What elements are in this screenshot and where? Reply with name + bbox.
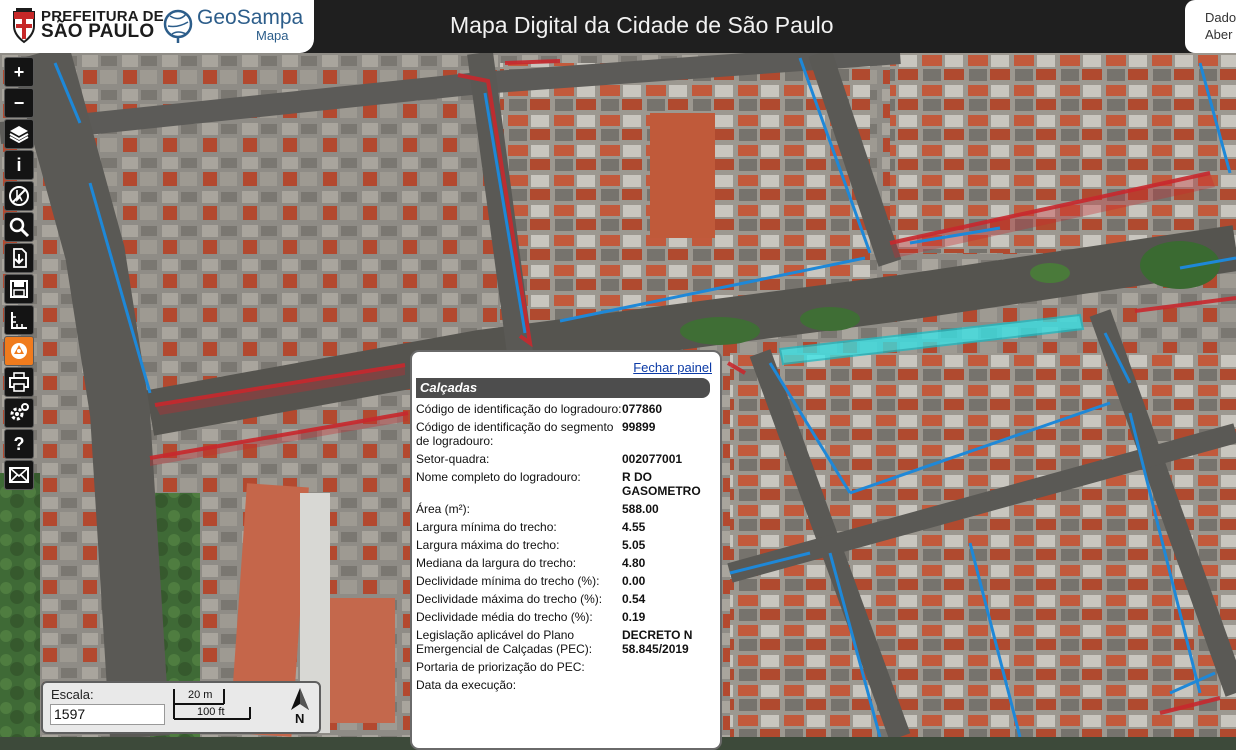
minus-icon: −: [13, 92, 25, 113]
attribute-row: Declividade mínima do trecho (%): 0.00: [416, 574, 716, 588]
geosampa-title: GeoSampa: [197, 6, 304, 29]
save-button[interactable]: [4, 274, 34, 304]
attribute-value: 0.00: [622, 574, 646, 588]
north-label: N: [295, 711, 305, 726]
help-icon: ?: [13, 433, 25, 454]
prefeitura-wordmark: PREFEITURA DE SÃO PAULO: [41, 9, 164, 42]
panel-layer-title: Calçadas: [416, 378, 710, 398]
contact-button[interactable]: [4, 460, 34, 490]
measure-button[interactable]: [4, 305, 34, 335]
attribute-label: Data da execução:: [416, 678, 517, 692]
geosampa-subtitle: Mapa: [256, 28, 289, 43]
gear-icon: [10, 403, 29, 421]
attribute-row: Mediana da largura do trecho: 4.80: [416, 556, 716, 570]
prefeitura-emblem-icon: [13, 8, 35, 44]
prefeitura-line2: SÃO PAULO: [41, 21, 155, 42]
attribute-value: 077860: [622, 402, 663, 416]
search-button[interactable]: [4, 212, 34, 242]
no-pointer-icon: [9, 186, 29, 206]
attribute-label: Declividade mínima do trecho (%):: [416, 574, 600, 588]
help-button[interactable]: ?: [4, 429, 34, 459]
attribute-label: Portaria de priorização do PEC:: [416, 660, 585, 674]
attribute-value: 002077001: [622, 452, 683, 466]
north-arrow-icon: N: [287, 686, 313, 731]
attribute-row: Largura mínima do trecho: 4.55: [416, 520, 716, 534]
scale-metric-label: 20 m: [188, 689, 213, 701]
scale-label: Escala:: [51, 687, 94, 702]
zoom-in-button[interactable]: +: [4, 57, 34, 87]
attribute-value: 588.00: [622, 502, 659, 516]
attribute-row: Código de identificação do segmento de l…: [416, 420, 716, 448]
logo-area[interactable]: PREFEITURA DE SÃO PAULO GeoSampa Mapa: [0, 0, 314, 53]
scale-widget: Escala: 1597 20 m 100 ft N: [41, 681, 321, 734]
attribute-label: Legislação aplicável do Plano Emergencia…: [416, 628, 593, 656]
attribute-value: DECRETO N 58.845/2019: [622, 628, 693, 656]
info-button[interactable]: i: [4, 150, 34, 180]
ruler-icon: [11, 312, 27, 329]
attribute-row: Data da execução:: [416, 678, 716, 692]
attribute-value: 5.05: [622, 538, 646, 552]
attribute-value: 0.19: [622, 610, 646, 624]
identify-icon: [11, 343, 27, 359]
info-icon: i: [16, 154, 22, 175]
identify-button[interactable]: [4, 336, 34, 366]
no-identify-button[interactable]: [4, 181, 34, 211]
print-button[interactable]: [4, 367, 34, 397]
attribute-row: Declividade média do trecho (%): 0.19: [416, 610, 716, 624]
open-data-line1: Dado: [1205, 10, 1236, 25]
attribute-label: Declividade máxima do trecho (%):: [416, 592, 603, 606]
download-icon: [13, 248, 27, 268]
save-icon: [10, 280, 28, 298]
plus-icon: +: [13, 61, 25, 82]
attribute-label: Declividade média do trecho (%):: [416, 610, 593, 624]
attribute-value: R DO GASOMETRO: [622, 470, 701, 498]
attribute-label: Setor-quadra:: [416, 452, 490, 466]
search-icon: [9, 217, 30, 238]
scale-imperial-label: 100 ft: [197, 706, 225, 718]
attribute-label: Largura máxima do trecho:: [416, 538, 560, 552]
attribute-list: Código de identificação do logradouro: 07…: [416, 402, 716, 696]
attribute-value: 4.55: [622, 520, 646, 534]
attribute-row: Declividade máxima do trecho (%): 0.54: [416, 592, 716, 606]
layers-icon: [9, 126, 29, 144]
attribute-value: [622, 660, 714, 674]
attribute-row: Largura máxima do trecho: 5.05: [416, 538, 716, 552]
attribute-value: [622, 678, 714, 692]
geosampa-globe-icon: [163, 9, 193, 43]
attribute-label: Mediana da largura do trecho:: [416, 556, 577, 570]
attribute-value: 0.54: [622, 592, 646, 606]
attribute-value: 99899: [622, 420, 656, 434]
open-data-line2: Aber: [1205, 27, 1233, 42]
open-data-link[interactable]: Dado Aber: [1185, 0, 1236, 53]
zoom-out-button[interactable]: −: [4, 88, 34, 118]
layers-button[interactable]: [4, 119, 34, 149]
attribute-label: Código de identificação do segmento de l…: [416, 420, 614, 448]
attribute-value: 4.80: [622, 556, 646, 570]
attribute-label: Largura mínima do trecho:: [416, 520, 557, 534]
scale-input[interactable]: 1597: [50, 704, 165, 725]
attribute-row: Área (m²): 588.00: [416, 502, 716, 516]
attribute-row: Legislação aplicável do Plano Emergencia…: [416, 628, 716, 656]
map-toolbar: + − i ?: [4, 57, 34, 491]
attribute-row: Nome completo do logradouro: R DO GASOMET…: [416, 470, 716, 498]
attribute-label: Nome completo do logradouro:: [416, 470, 581, 484]
feature-info-panel: Fechar painel Calçadas Código de identif…: [410, 350, 722, 750]
page-title: Mapa Digital da Cidade de São Paulo: [450, 12, 834, 38]
attribute-label: Código de identificação do logradouro:: [416, 402, 622, 416]
settings-button[interactable]: [4, 398, 34, 428]
attribute-row: Código de identificação do logradouro: 07…: [416, 402, 716, 416]
download-button[interactable]: [4, 243, 34, 273]
mail-icon: [9, 467, 29, 483]
attribute-row: Portaria de priorização do PEC:: [416, 660, 716, 674]
app-header: PREFEITURA DE SÃO PAULO GeoSampa Mapa Ma…: [0, 0, 1236, 53]
printer-icon: [9, 372, 29, 392]
attribute-row: Setor-quadra: 002077001: [416, 452, 716, 466]
attribute-label: Área (m²):: [416, 502, 470, 516]
close-panel-link[interactable]: Fechar painel: [633, 360, 712, 375]
